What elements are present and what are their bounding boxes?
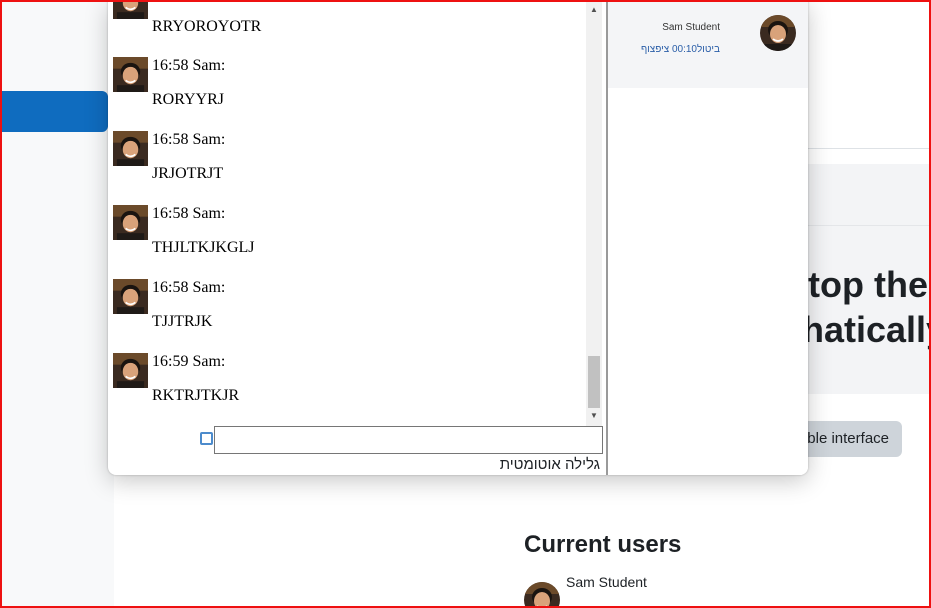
- avatar: [113, 57, 148, 92]
- message-meta: 16:59 Sam:: [152, 353, 226, 370]
- user-avatar-icon: [113, 57, 148, 92]
- autoscroll-checkbox[interactable]: [200, 432, 213, 445]
- message-meta: 16:58 Sam:: [152, 131, 226, 148]
- message-meta: 16:58 Sam:: [152, 279, 226, 296]
- arrow-up-icon[interactable]: ▲: [586, 2, 602, 18]
- chat-message: RRYOROYOTR: [108, 0, 586, 58]
- user-avatar-icon: [113, 279, 148, 314]
- messages-scrollbar[interactable]: ▲ ▼: [586, 0, 602, 426]
- message-text: RRYOROYOTR: [152, 18, 262, 35]
- chat-message-input[interactable]: [214, 426, 603, 454]
- message-meta: 16:58 Sam:: [152, 57, 226, 74]
- divider-line: [805, 148, 929, 149]
- beep-link[interactable]: ציפצוף: [641, 44, 669, 55]
- avatar: [113, 279, 148, 314]
- chat-message: 16:58 Sam: RORYYRJ: [108, 57, 586, 131]
- page-header-band: [805, 164, 929, 226]
- chat-message: 16:58 Sam: JRJOTRJT: [108, 131, 586, 205]
- message-text: RORYYRJ: [152, 91, 225, 108]
- user-avatar-icon: [113, 353, 148, 388]
- user-avatar-icon: [760, 15, 796, 51]
- message-text: THJLTKJKGLJ: [152, 239, 255, 256]
- user-avatar-icon: [113, 131, 148, 166]
- chat-message: 16:58 Sam: THJLTKJKGLJ: [108, 205, 586, 279]
- message-text: RKTRJTKJR: [152, 387, 240, 404]
- heading-line-2: hatically: [805, 309, 929, 350]
- idle-label: ביטול: [696, 44, 720, 55]
- idle-time: 00:10: [671, 44, 697, 55]
- chat-window: RRYOROYOTR 16:58 Sam: RORYYRJ 16:58 Sam:…: [108, 0, 808, 475]
- avatar: [113, 353, 148, 388]
- current-users-title: Current users: [524, 531, 682, 558]
- user-list-item: Sam Student ביטול00:10 ציפצוף: [608, 0, 808, 88]
- chat-input-row: גלילה אוטומטית: [108, 426, 603, 475]
- user-avatar-icon: [113, 0, 148, 19]
- scrollbar-thumb[interactable]: [588, 356, 600, 408]
- current-user-name[interactable]: Sam Student: [566, 574, 647, 590]
- message-meta: 16:58 Sam:: [152, 205, 226, 222]
- page-heading: top the hatically: [805, 262, 929, 362]
- heading-line-1: top the: [808, 264, 928, 305]
- avatar: [113, 205, 148, 240]
- message-text: JRJOTRJT: [152, 165, 224, 182]
- avatar: [113, 131, 148, 166]
- autoscroll-label: גלילה אוטומטית: [499, 456, 600, 473]
- user-name[interactable]: Sam Student: [662, 22, 720, 33]
- message-text: TJJTRJK: [152, 313, 213, 330]
- avatar: [760, 15, 796, 51]
- user-idle-status: ביטול00:10 ציפצוף: [641, 44, 720, 55]
- chat-message: 16:59 Sam: RKTRJTKJR: [108, 353, 586, 426]
- avatar: [113, 0, 148, 19]
- nav-active-item[interactable]: [2, 91, 108, 132]
- messages-area: RRYOROYOTR 16:58 Sam: RORYYRJ 16:58 Sam:…: [108, 0, 602, 426]
- users-panel: Sam Student ביטול00:10 ציפצוף: [608, 0, 808, 475]
- arrow-down-icon[interactable]: ▼: [586, 408, 602, 424]
- user-avatar-icon: [113, 205, 148, 240]
- chat-message: 16:58 Sam: TJJTRJK: [108, 279, 586, 353]
